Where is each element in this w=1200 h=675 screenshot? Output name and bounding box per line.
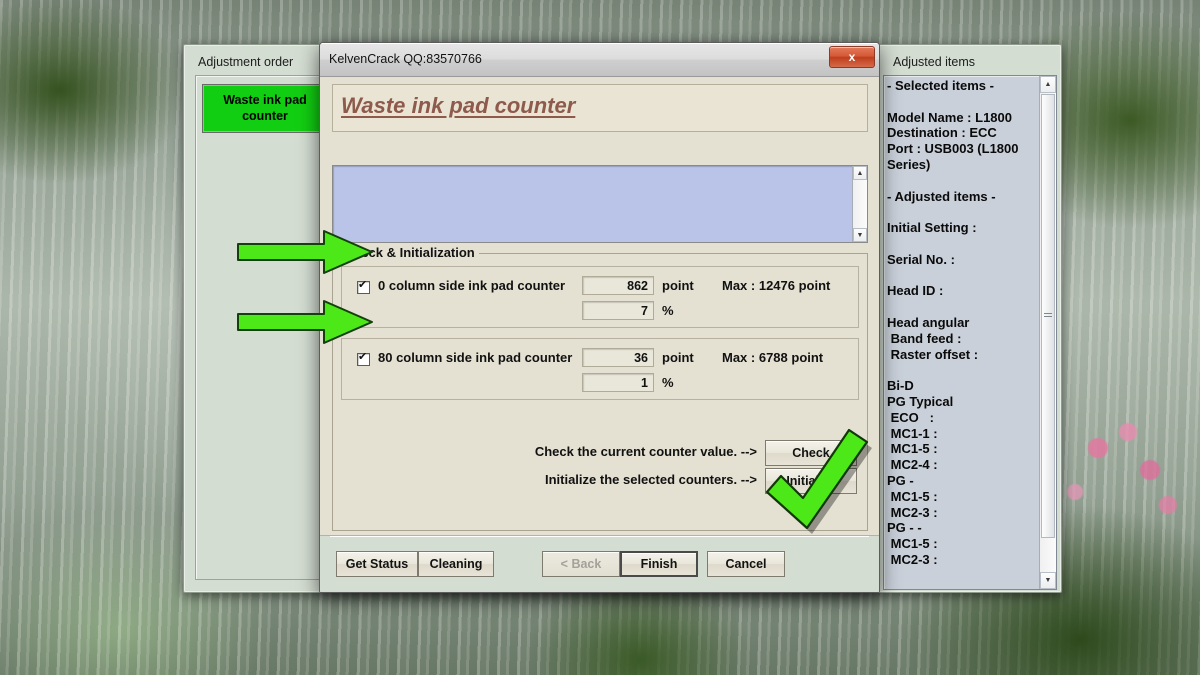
get-status-button[interactable]: Get Status <box>336 551 418 577</box>
waste-ink-pad-counter-dialog: KelvenCrack QQ:83570766 x Waste ink pad … <box>319 42 880 593</box>
scrollbar-grip-icon <box>1044 313 1052 319</box>
unit-0-column-percent: % <box>662 303 674 318</box>
cancel-button[interactable]: Cancel <box>707 551 785 577</box>
dialog-body: Waste ink pad counter ▲ ▼ Check & Initia… <box>320 77 879 592</box>
list-item-waste-ink-pad-counter[interactable]: Waste ink pad counter <box>202 84 328 133</box>
dialog-button-bar: Get Status Cleaning < Back Finish Cancel <box>320 535 879 592</box>
counter-block-0-column: 0 column side ink pad counter 862 point … <box>341 266 859 328</box>
message-scrollbar[interactable]: ▲ ▼ <box>852 166 867 242</box>
group-legend: Check & Initialization <box>340 245 479 260</box>
check-button[interactable]: Check <box>765 440 857 466</box>
cleaning-button[interactable]: Cleaning <box>418 551 494 577</box>
adjusted-items-label: Adjusted items <box>893 55 975 69</box>
initialize-button[interactable]: Initialize <box>765 468 857 494</box>
adjustment-order-list[interactable]: Waste ink pad counter <box>195 75 335 580</box>
max-label-0-column: Max : 12476 point <box>722 278 831 293</box>
action-row-check: Check the current counter value. --> Che… <box>343 440 857 466</box>
scroll-up-icon[interactable]: ▲ <box>1040 76 1056 93</box>
adjusted-items-scrollbar[interactable]: ▲ ▼ <box>1039 76 1056 589</box>
adjusted-items-panel[interactable]: - Selected items - Model Name : L1800 De… <box>883 75 1057 590</box>
field-0-column-point-value[interactable]: 862 <box>582 276 654 295</box>
message-scroll-up-icon[interactable]: ▲ <box>853 166 867 180</box>
message-scroll-down-icon[interactable]: ▼ <box>853 228 867 242</box>
unit-0-column-point: point <box>662 278 694 293</box>
scrollbar-thumb[interactable] <box>1041 94 1055 538</box>
back-button: < Back <box>542 551 620 577</box>
unit-80-column-point: point <box>662 350 694 365</box>
field-80-column-point-value[interactable]: 36 <box>582 348 654 367</box>
dialog-title: KelvenCrack QQ:83570766 <box>329 52 482 66</box>
action-text-check: Check the current counter value. --> <box>534 444 757 459</box>
action-row-initialize: Initialize the selected counters. --> In… <box>343 468 857 494</box>
dialog-titlebar[interactable]: KelvenCrack QQ:83570766 x <box>320 43 879 77</box>
message-log-area[interactable]: ▲ ▼ <box>332 165 868 243</box>
adjustment-order-label: Adjustment order <box>198 55 294 69</box>
unit-80-column-percent: % <box>662 375 674 390</box>
close-icon[interactable]: x <box>829 46 875 68</box>
page-header: Waste ink pad counter <box>332 84 868 132</box>
checkbox-80-column-counter[interactable] <box>357 351 370 366</box>
label-0-column-counter: 0 column side ink pad counter <box>378 278 566 293</box>
field-0-column-percent-value[interactable]: 7 <box>582 301 654 320</box>
field-80-column-percent-value[interactable]: 1 <box>582 373 654 392</box>
checkbox-0-column-counter[interactable] <box>357 279 370 294</box>
finish-button[interactable]: Finish <box>620 551 698 577</box>
counter-block-80-column: 80 column side ink pad counter 36 point … <box>341 338 859 400</box>
label-80-column-counter: 80 column side ink pad counter <box>378 350 573 365</box>
action-text-initialize: Initialize the selected counters. --> <box>544 472 757 487</box>
divider <box>330 536 869 537</box>
page-title: Waste ink pad counter <box>341 93 576 118</box>
scroll-down-icon[interactable]: ▼ <box>1040 572 1056 589</box>
adjusted-items-text: - Selected items - Model Name : L1800 De… <box>887 78 1019 567</box>
check-and-initialization-group: Check & Initialization 0 column side ink… <box>332 245 868 531</box>
max-label-80-column: Max : 6788 point <box>722 350 824 365</box>
